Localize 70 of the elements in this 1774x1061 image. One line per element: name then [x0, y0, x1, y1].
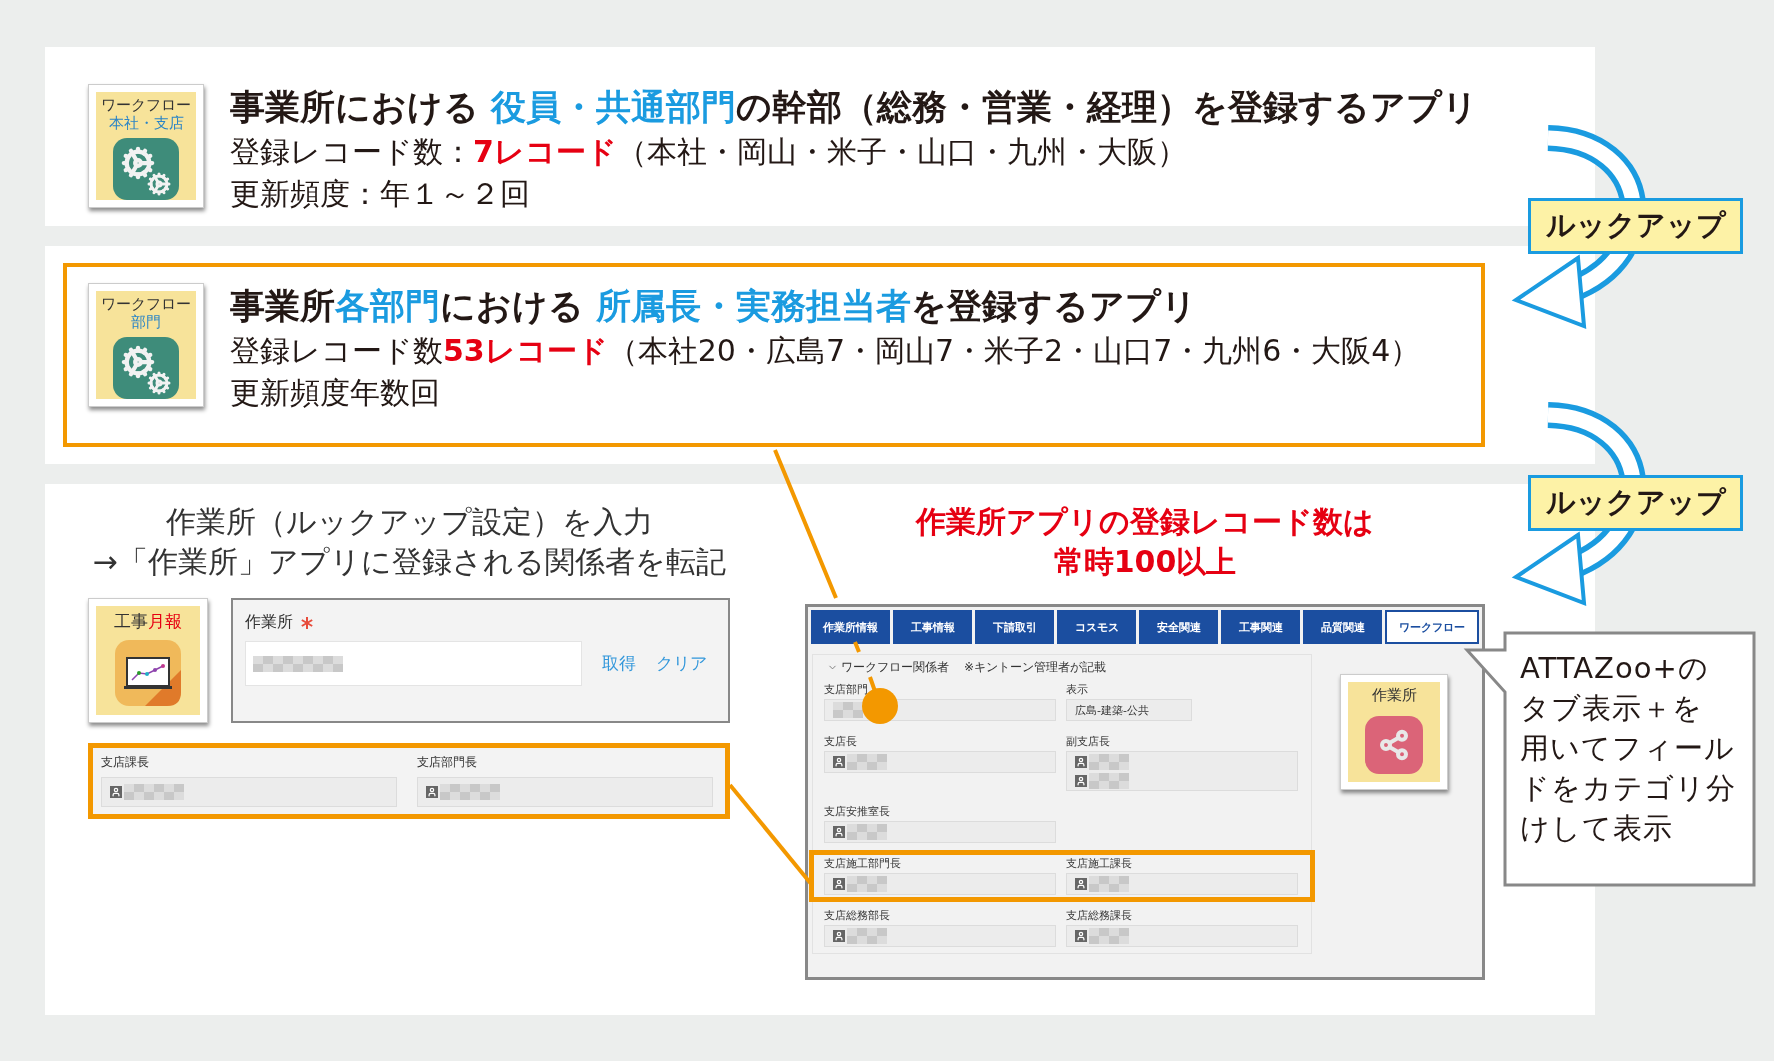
- user-icon: [833, 756, 845, 768]
- field-label: 副支店長: [1066, 734, 1111, 749]
- user-icon: [1075, 755, 1087, 768]
- mosaic-drawing: [847, 824, 887, 840]
- tab[interactable]: 品質関連: [1303, 610, 1382, 644]
- callout-text: ATTAZoo+の: [1520, 650, 1709, 687]
- field-label: 支店部門長: [416, 754, 478, 771]
- user-icon: [1075, 930, 1087, 942]
- callout-text: ドをカテゴリ分: [1520, 770, 1736, 807]
- app-info: 更新頻度年数回: [230, 374, 441, 412]
- tab[interactable]: 下請取引: [975, 610, 1054, 644]
- field-label: 支店総務課長: [1066, 908, 1133, 923]
- mosaic-drawing: [1089, 928, 1129, 944]
- field-label: 支店長: [824, 734, 858, 749]
- field-label: 支店総務部長: [824, 908, 891, 923]
- field-label: 支店施工部門長: [824, 856, 902, 871]
- field-label: 支店施工課長: [1066, 856, 1133, 871]
- gears-icon: [113, 138, 179, 200]
- tab[interactable]: 工事関連: [1221, 610, 1300, 644]
- tab[interactable]: ワークフロー: [1385, 610, 1479, 644]
- user-icon: [425, 786, 438, 798]
- app-icon-label: 本社・支店: [108, 114, 184, 132]
- user-icon: [1075, 774, 1087, 787]
- callout-text: けして表示: [1520, 810, 1673, 847]
- gears-icon: [113, 337, 179, 399]
- app-info: 登録レコード数：7レコード（本社・岡山・米子・山口・九州・大阪）: [230, 133, 1188, 171]
- field-label: 支店課長: [101, 754, 150, 771]
- record-note: 作業所アプリの登録レコード数は: [916, 503, 1374, 541]
- app-icon-label: ワークフロー: [101, 295, 191, 313]
- input-field[interactable]: [245, 641, 582, 686]
- field-value: 広島-建築-公共: [1075, 702, 1150, 718]
- app-icon-label: 作業所: [1371, 686, 1417, 704]
- app-info: 登録レコード数53レコード（本社20・広島7・岡山7・米子2・山口7・九州6・大阪4）: [230, 332, 1421, 370]
- mosaic-drawing: [847, 928, 887, 944]
- field-label: 支店安推室長: [824, 804, 891, 819]
- mosaic-drawing: [847, 876, 887, 892]
- tab[interactable]: 工事情報: [893, 610, 972, 644]
- field-label: 作業所: [245, 612, 293, 633]
- mosaic-drawing: [124, 784, 184, 800]
- user-icon: [833, 878, 845, 890]
- app-title: 事業所における 役員・共通部門の幹部（総務・営業・経理）を登録するアプリ: [230, 86, 1479, 129]
- app-title: 事業所各部門における 所属長・実務担当者を登録するアプリ: [230, 285, 1199, 328]
- mosaic-drawing: [847, 754, 887, 770]
- app-info: 更新頻度：年１～２回: [230, 175, 531, 213]
- section-title: ワークフロー関係者: [841, 659, 949, 676]
- mosaic-drawing: [439, 784, 500, 800]
- user-icon: [833, 826, 845, 838]
- lookup-label: ルックアップ: [1528, 198, 1743, 254]
- user-icon: [1075, 878, 1087, 890]
- mosaic-drawing: [1089, 876, 1129, 892]
- app-icon-label: ワークフロー: [101, 96, 191, 114]
- field-label: 表示: [1066, 682, 1089, 697]
- field-label: 支店部門: [824, 682, 869, 697]
- tab[interactable]: 作業所情報: [811, 610, 890, 644]
- app-icon-label: 工事月報: [114, 610, 182, 632]
- lookup-label: ルックアップ: [1528, 475, 1743, 531]
- record-note: 常時100以上: [1053, 543, 1237, 581]
- app-icon-label: 部門: [131, 313, 161, 331]
- line-chart-icon: [115, 640, 181, 706]
- callout-text: 用いてフィール: [1520, 730, 1735, 767]
- share-icon: [1365, 716, 1423, 774]
- tab[interactable]: 安全関連: [1139, 610, 1218, 644]
- callout-text: タブ表示＋を: [1520, 690, 1703, 727]
- mosaic-drawing: [833, 702, 863, 718]
- lookup-heading: →「作業所」アプリに登録される関係者を転記: [92, 543, 726, 581]
- tab[interactable]: コスモス: [1057, 610, 1136, 644]
- section-note: ※キントーン管理者が記載: [964, 659, 1107, 676]
- lookup-heading: 作業所（ルックアップ設定）を入力: [165, 503, 653, 541]
- user-icon: [833, 930, 845, 942]
- user-icon: [110, 786, 122, 798]
